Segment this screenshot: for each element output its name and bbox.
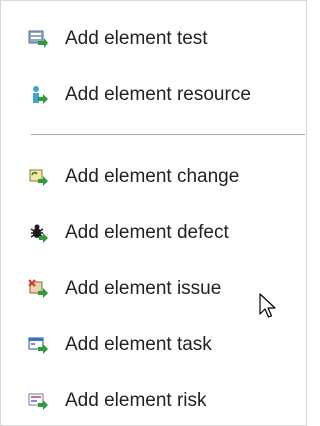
task-icon <box>25 332 51 358</box>
risk-icon <box>25 388 51 414</box>
menu-item-add-element-defect[interactable]: Add element defect <box>1 209 306 257</box>
issue-icon <box>25 276 51 302</box>
defect-bug-icon <box>25 220 51 246</box>
menu-item-label: Add element risk <box>65 390 207 411</box>
menu-item-label: Add element change <box>65 166 240 187</box>
mouse-cursor-icon <box>259 293 279 321</box>
menu-item-add-element-change[interactable]: Add element change <box>1 153 306 201</box>
change-icon <box>25 164 51 190</box>
menu-item-label: Add element test <box>65 28 208 49</box>
menu-separator <box>31 134 305 135</box>
resource-icon <box>25 82 51 108</box>
test-icon <box>25 26 51 52</box>
menu-item-label: Add element task <box>65 334 212 355</box>
menu-item-add-element-test[interactable]: Add element test <box>1 15 306 63</box>
menu-item-add-element-resource[interactable]: Add element resource <box>1 71 306 119</box>
menu-item-label: Add element resource <box>65 84 251 105</box>
menu-item-label: Add element issue <box>65 278 222 299</box>
menu-item-add-element-risk[interactable]: Add element risk <box>1 377 306 425</box>
context-menu: Add element test Add element resource Ad… <box>0 0 307 426</box>
menu-item-add-element-task[interactable]: Add element task <box>1 321 306 369</box>
menu-item-label: Add element defect <box>65 222 229 243</box>
